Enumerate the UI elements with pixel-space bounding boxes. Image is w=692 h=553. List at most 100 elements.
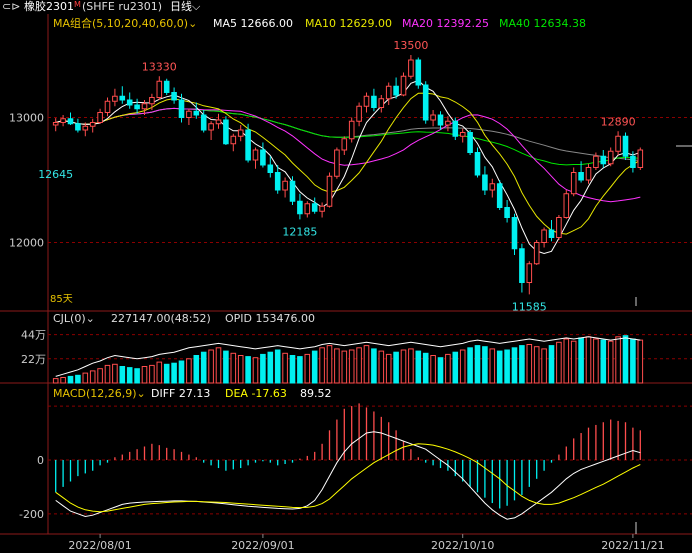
price-annotation: 11585 — [512, 300, 547, 313]
candle — [637, 149, 644, 168]
volume-bar — [622, 335, 629, 384]
volume-bar — [593, 338, 599, 384]
volume-bar — [504, 349, 510, 384]
candle — [482, 174, 488, 191]
candle — [230, 135, 237, 145]
volume-bar — [400, 349, 407, 384]
volume-bar — [223, 350, 229, 384]
volume-bar — [533, 346, 540, 384]
volume-bar — [52, 378, 59, 384]
chart-area: 13000 12000 13330 12645 12185 13500 11585 12890… — [0, 14, 692, 552]
volume-bar — [607, 340, 614, 384]
volume-bar — [252, 357, 259, 384]
candle — [304, 203, 311, 215]
volume-bar — [496, 350, 503, 384]
candle — [341, 138, 348, 151]
opid-legend: OPID 153476.00 — [225, 312, 315, 325]
x-tick-label: 2022/11/21 — [601, 539, 664, 552]
volume-bar — [141, 366, 148, 384]
candle — [274, 172, 281, 191]
volume-bar — [556, 341, 562, 384]
candle — [615, 135, 621, 152]
y-tick-label: 0 — [37, 454, 44, 467]
volume-bar — [378, 350, 385, 384]
price-panel[interactable]: 13000 12000 13330 12645 12185 13500 11585 12890… — [9, 16, 692, 313]
candle — [326, 175, 333, 207]
y-tick-label: -200 — [19, 508, 44, 521]
volume-bar — [563, 338, 570, 384]
volume-bar — [541, 348, 547, 384]
candle — [163, 80, 170, 93]
volume-bar — [237, 355, 244, 384]
price-annotation: 12645 — [38, 168, 73, 181]
volume-bar — [637, 339, 644, 384]
volume-bar — [548, 345, 555, 384]
volume-bar — [415, 350, 422, 384]
candle — [112, 95, 118, 102]
candle — [215, 119, 222, 125]
candle — [504, 207, 510, 218]
volume-bar — [445, 353, 451, 384]
volume-bar — [89, 370, 96, 384]
candle — [415, 59, 422, 86]
volume-bar — [60, 377, 66, 384]
candle — [533, 242, 540, 265]
x-tick-label: 2022/09/01 — [231, 539, 294, 552]
volume-bar — [630, 338, 636, 384]
volume-bar — [193, 355, 200, 384]
days-count-label: 85天 — [50, 294, 73, 305]
volume-bar — [385, 353, 392, 384]
volume-bar — [371, 348, 377, 384]
volume-bar — [326, 345, 333, 384]
volume-bar — [245, 356, 251, 384]
candle — [437, 114, 444, 126]
x-tick-label: 2022/10/10 — [431, 539, 494, 552]
candle — [385, 85, 392, 100]
candle — [149, 97, 155, 105]
candle — [126, 99, 133, 106]
volume-title: CJL(0)⌄ — [53, 312, 95, 325]
price-annotation: 13330 — [142, 60, 177, 73]
ma40-legend: MA40 12634.38 — [499, 17, 586, 30]
volume-bar — [104, 364, 111, 384]
candle — [622, 135, 629, 157]
volume-bar — [208, 349, 214, 384]
volume-bar — [356, 347, 362, 384]
candle — [585, 167, 592, 181]
volume-bar — [75, 374, 81, 384]
candle — [607, 150, 614, 165]
candle — [600, 155, 607, 165]
candle — [548, 229, 555, 238]
macd-panel[interactable]: 0 -200 MACD(12,26,9)⌄ DIFF 27.13 DEA -17.63 8… — [19, 387, 692, 534]
candle — [67, 118, 74, 125]
volume-bar — [422, 352, 429, 384]
volume-bar — [82, 372, 89, 384]
candle — [459, 132, 466, 137]
volume-bar — [178, 360, 185, 384]
candle — [334, 149, 340, 177]
candle — [82, 125, 89, 131]
dea-legend: DEA -17.63 — [225, 387, 287, 400]
candle — [186, 110, 192, 118]
volume-panel[interactable]: 44万 22万 CJL(0)⌄ 227147.00(48:52) OPID 153476… — [21, 312, 692, 384]
volume-bar — [97, 368, 103, 384]
volume-bar — [430, 355, 436, 384]
volume-bar — [334, 348, 340, 384]
ma20-line — [55, 107, 641, 203]
volume-bar — [304, 353, 311, 384]
candle — [97, 112, 103, 123]
volume-bar — [156, 361, 163, 384]
volume-bar — [570, 340, 577, 384]
volume-bar — [526, 344, 533, 384]
volume-bar — [282, 352, 288, 384]
volume-bar — [186, 358, 192, 384]
candle — [319, 205, 325, 212]
candle — [630, 155, 636, 168]
volume-bar — [134, 368, 140, 384]
ma5-legend: MA5 12666.00 — [213, 17, 293, 30]
candle — [119, 95, 126, 101]
candle — [260, 149, 266, 166]
candle — [467, 132, 473, 153]
volume-bar — [200, 351, 207, 384]
candle — [297, 200, 303, 215]
